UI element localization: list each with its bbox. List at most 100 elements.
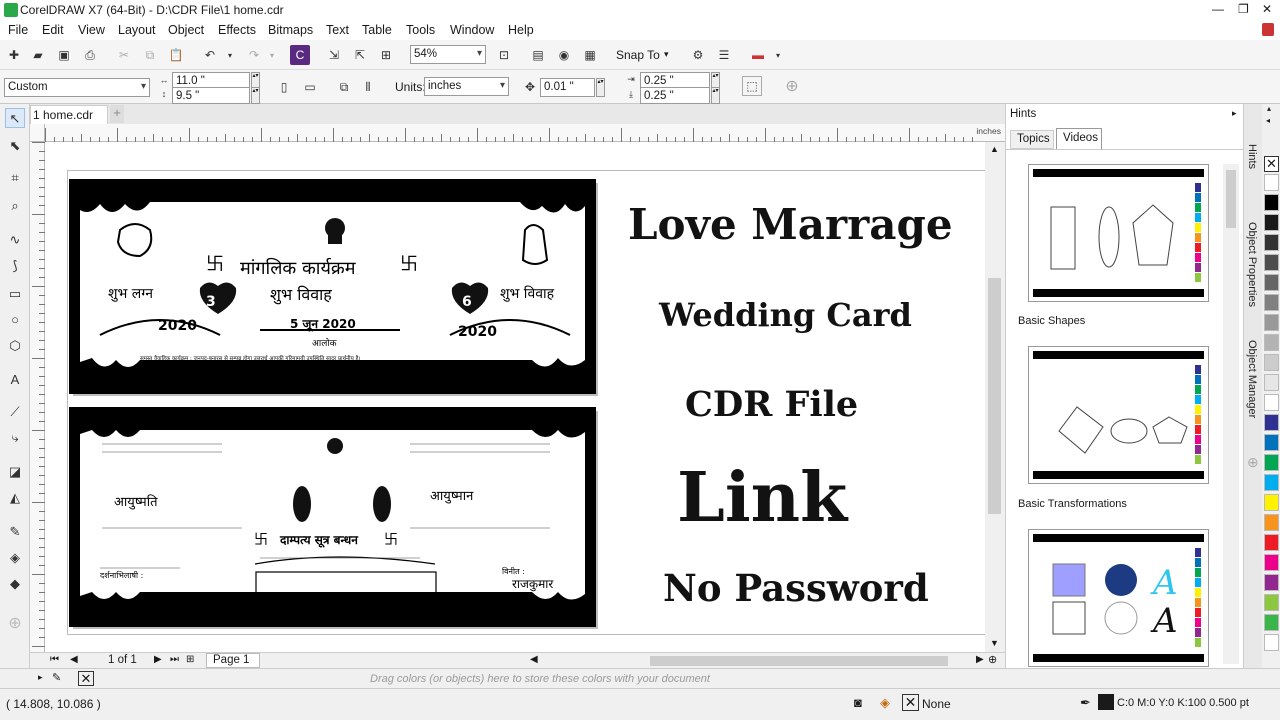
save-icon[interactable]: ▣ — [54, 45, 74, 65]
print-icon[interactable]: ⎙ — [80, 45, 100, 65]
video-thumb-basic-transformations[interactable] — [1028, 346, 1209, 484]
scroll-down-arrow-icon[interactable]: ▼ — [990, 638, 999, 648]
palette-flyout-icon[interactable]: ◂ — [1266, 116, 1270, 125]
first-page-icon[interactable]: ⏮ — [50, 654, 59, 665]
hints-scroll-thumb[interactable] — [1226, 170, 1236, 228]
color-proof-icon[interactable]: ◙ — [854, 695, 862, 710]
add-property-icon[interactable]: ⊕ — [782, 76, 802, 96]
show-rulers-icon[interactable]: ◉ — [554, 45, 574, 65]
polygon-tool-icon[interactable]: ⬡ — [5, 336, 25, 356]
horizontal-ruler[interactable]: inches — [45, 124, 1005, 142]
scroll-thumb[interactable] — [988, 278, 1001, 514]
portrait-icon[interactable]: ▯ — [274, 77, 294, 97]
palette-swatch[interactable] — [1264, 414, 1279, 431]
video-label-basic-transformations[interactable]: Basic Transformations — [1018, 498, 1127, 510]
cut-icon[interactable]: ✂ — [114, 45, 134, 65]
menu-layout[interactable]: Layout — [118, 23, 156, 37]
ruler-corner[interactable] — [30, 124, 45, 142]
rectangle-tool-icon[interactable]: ▭ — [5, 284, 25, 304]
palette-scroll-up-icon[interactable]: ▴ — [1267, 104, 1271, 113]
palette-swatch[interactable] — [1264, 254, 1279, 271]
tab-page-1[interactable]: Page 1 — [206, 653, 260, 668]
palette-swatch[interactable] — [1264, 574, 1279, 591]
artistic-media-icon[interactable]: ⟆ — [5, 256, 25, 276]
vertical-ruler[interactable] — [30, 142, 45, 652]
palette-swatch[interactable] — [1264, 394, 1279, 411]
menu-edit[interactable]: Edit — [42, 23, 64, 37]
show-grid-icon[interactable]: ▦ — [580, 45, 600, 65]
open-folder-icon[interactable]: ▰ — [28, 45, 48, 65]
close-window-button[interactable]: ✕ — [1262, 2, 1272, 16]
nudge-distance-field[interactable]: 0.01 " — [540, 78, 595, 97]
palette-swatch[interactable] — [1264, 514, 1279, 531]
pick-tool-icon[interactable]: ↖ — [5, 108, 25, 128]
menu-object[interactable]: Object — [168, 23, 204, 37]
fill-bucket-icon[interactable]: ◈ — [880, 695, 890, 711]
docker-collapse-icon[interactable]: ▸ — [1232, 108, 1237, 119]
snap-to-dropdown[interactable]: Snap To — [616, 48, 660, 62]
wedding-card-top[interactable]: 3 6 मांगलिक कार्यक्रम शुभ विवाह 5 जून 20… — [69, 179, 596, 394]
full-screen-preview-icon[interactable]: ▤ — [528, 45, 548, 65]
redo-icon[interactable]: ↷ — [244, 45, 264, 65]
zoom-page-icon[interactable]: ⊡ — [494, 45, 514, 65]
snap-to-arrow-icon[interactable]: ▾ — [664, 49, 669, 60]
headline-link[interactable]: Link — [677, 458, 847, 538]
video-label-basic-shapes[interactable]: Basic Shapes — [1018, 315, 1085, 327]
duplicate-distance-y-field[interactable]: 0.25 " — [640, 87, 710, 104]
interactive-fill-icon[interactable]: ◈ — [5, 548, 25, 568]
hscroll-left-arrow-icon[interactable]: ◀ — [530, 654, 538, 665]
treat-as-filled-icon[interactable]: ⬚ — [742, 76, 762, 96]
paste-icon[interactable]: 📋 — [166, 45, 186, 65]
eyedropper-palette-icon[interactable]: ✎ — [52, 671, 61, 684]
palette-swatch[interactable] — [1264, 234, 1279, 251]
no-color-swatch-icon[interactable]: ✕ — [78, 671, 94, 686]
palette-swatch[interactable] — [1264, 294, 1279, 311]
outline-pen-icon[interactable]: ✒ — [1080, 695, 1091, 711]
hscroll-right-arrow-icon[interactable]: ▶ — [976, 654, 984, 665]
connector-tool-icon[interactable]: ⤷ — [5, 428, 25, 448]
next-page-icon[interactable]: ▶ — [154, 654, 162, 665]
duplicate-y-spinner[interactable]: ▴▾ — [711, 87, 720, 104]
menu-view[interactable]: View — [78, 23, 105, 37]
palette-swatch[interactable] — [1264, 454, 1279, 471]
last-page-icon[interactable]: ⏭ — [170, 654, 179, 665]
video-thumb-basic-shapes[interactable] — [1028, 164, 1209, 302]
undo-dropdown-icon[interactable]: ▾ — [220, 45, 240, 65]
corel-connect-icon[interactable]: C — [290, 45, 310, 65]
palette-swatch[interactable] — [1264, 194, 1279, 211]
shape-tool-icon[interactable]: ⬉ — [5, 136, 25, 156]
eyedropper-icon[interactable]: ✎ — [5, 522, 25, 542]
headline-cdr-file[interactable]: CDR File — [685, 384, 858, 425]
palette-swatch[interactable] — [1264, 374, 1279, 391]
tab-topics[interactable]: Topics — [1010, 130, 1054, 149]
palette-swatch[interactable] — [1264, 474, 1279, 491]
page-preset-dropdown[interactable]: Custom — [4, 78, 150, 97]
video-thumb-fills[interactable]: A A — [1028, 529, 1209, 667]
zoom-level-field[interactable]: 54% — [410, 45, 486, 64]
freehand-tool-icon[interactable]: ∿ — [5, 230, 25, 250]
zoom-navigator-icon[interactable]: ⊕ — [988, 653, 997, 666]
palette-swatch[interactable] — [1264, 334, 1279, 351]
new-tab-button[interactable]: + — [110, 105, 124, 123]
menu-help[interactable]: Help — [508, 23, 534, 37]
horizontal-scroll-thumb[interactable] — [650, 656, 948, 666]
wedding-card-bottom[interactable]: आयुष्मति आयुष्मान दाम्पत्य सूत्र बन्धन द… — [69, 407, 596, 627]
docker-tab-object-manager[interactable]: Object Manager — [1246, 340, 1258, 418]
menu-table[interactable]: Table — [362, 23, 392, 37]
add-docker-icon[interactable]: ⊕ — [1247, 454, 1259, 471]
menu-file[interactable]: File — [8, 23, 28, 37]
landscape-icon[interactable]: ▭ — [300, 77, 320, 97]
headline-no-password[interactable]: No Password — [663, 566, 929, 610]
prev-page-icon[interactable]: ◀ — [70, 654, 78, 665]
palette-swatch[interactable] — [1264, 554, 1279, 571]
menu-bitmaps[interactable]: Bitmaps — [268, 23, 313, 37]
menu-window[interactable]: Window — [450, 23, 494, 37]
docker-tab-object-properties[interactable]: Object Properties — [1246, 222, 1258, 307]
drawing-canvas[interactable]: 3 6 मांगलिक कार्यक्रम शुभ विवाह 5 जून 20… — [45, 142, 985, 652]
alignment-guides-icon[interactable]: ☰ — [714, 45, 734, 65]
palette-swatch[interactable] — [1264, 534, 1279, 551]
palette-swatch[interactable] — [1264, 594, 1279, 611]
palette-no-color-icon[interactable]: ✕ — [1264, 156, 1279, 172]
new-document-icon[interactable]: ✚ — [4, 45, 24, 65]
redo-dropdown-icon[interactable]: ▾ — [262, 45, 282, 65]
